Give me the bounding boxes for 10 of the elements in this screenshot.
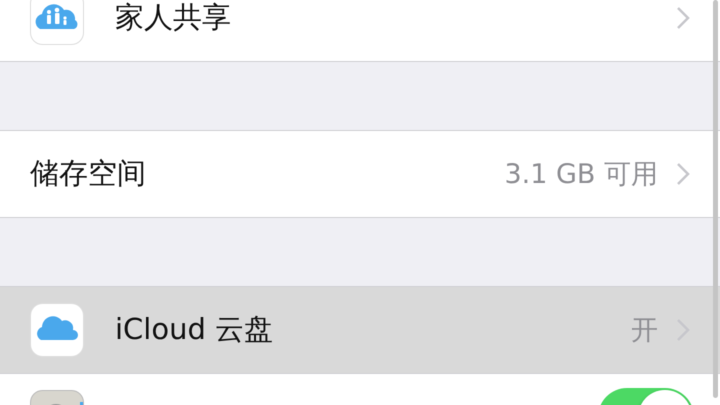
family-cloud-icon	[30, 0, 84, 45]
cloud-icon	[30, 303, 84, 357]
row-label: iCloud 云盘	[115, 311, 274, 348]
row-value: 3.1 GB 可用	[504, 158, 658, 192]
row-value: 开	[631, 314, 658, 348]
chevron-icon	[676, 162, 690, 186]
row-label: 家人共享	[115, 0, 232, 36]
chevron-icon	[676, 6, 690, 30]
row-label: 储存空间	[30, 155, 147, 192]
settings-row[interactable]: iCloud 云盘 开	[0, 287, 720, 373]
